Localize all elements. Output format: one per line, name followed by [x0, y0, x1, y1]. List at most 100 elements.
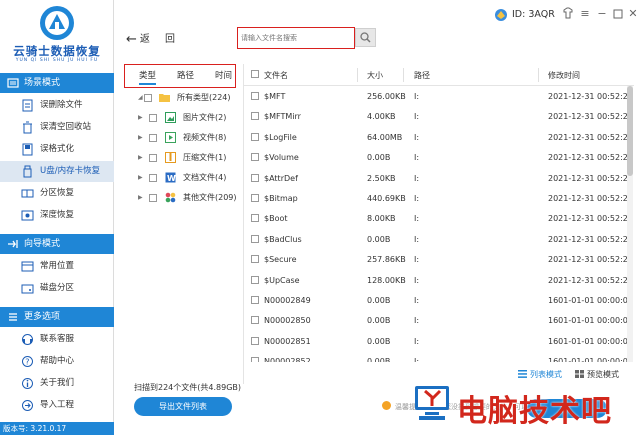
row-checkbox[interactable]: [251, 214, 259, 223]
sidebar-item-deleted-files[interactable]: 误删除文件: [0, 95, 114, 116]
cell-size: 256.00KB: [367, 92, 406, 101]
sidebar-item-help-center[interactable]: ? 帮助中心: [0, 351, 114, 372]
tab-time[interactable]: 时间: [215, 69, 232, 81]
grid-view-icon: [575, 370, 584, 378]
row-checkbox[interactable]: [251, 234, 259, 243]
row-checkbox[interactable]: [251, 173, 259, 182]
app-window: 云骑士数据恢复 YUN QI SHI SHU JU HUI FU 场景模式 误删…: [0, 0, 640, 435]
tree-item-documents[interactable]: ▶ W 文档文件(4): [124, 168, 242, 188]
row-checkbox[interactable]: [251, 132, 259, 141]
sidebar-item-disk-partitions[interactable]: 磁盘分区: [0, 278, 114, 299]
expand-toggle-icon[interactable]: ▶: [138, 188, 143, 208]
row-checkbox[interactable]: [251, 153, 259, 162]
table-row[interactable]: N00002849 0.00B I: 1601-01-01 00:00:00: [244, 290, 634, 311]
cell-modified: 2021-12-31 00:52:23: [548, 194, 633, 203]
column-header-size[interactable]: 大小: [367, 70, 383, 81]
home-button[interactable]: 回: [165, 30, 175, 45]
list-mode-toggle[interactable]: 列表模式: [518, 369, 562, 380]
skin-icon[interactable]: [562, 7, 574, 22]
table-row[interactable]: $BadClus 0.00B I: 2021-12-31 00:52:23: [244, 229, 634, 250]
table-row[interactable]: $MFTMirr 4.00KB I: 2021-12-31 00:52:23: [244, 106, 634, 127]
row-checkbox[interactable]: [251, 336, 259, 345]
menu-icon: [9, 313, 17, 321]
table-row[interactable]: N00002851 0.00B I: 1601-01-01 00:00:00: [244, 331, 634, 352]
search-button[interactable]: [355, 28, 376, 47]
table-row[interactable]: $AttrDef 2.50KB I: 2021-12-31 00:52:23: [244, 168, 634, 189]
table-row[interactable]: $MFT 256.00KB I: 2021-12-31 00:52:23: [244, 86, 634, 107]
tree-checkbox[interactable]: [149, 174, 157, 182]
back-button[interactable]: ← 返: [126, 30, 150, 47]
section-header-label: 更多选项: [24, 312, 61, 322]
export-file-list-button[interactable]: 导出文件列表: [134, 397, 232, 416]
user-id-badge[interactable]: ID: 3AQR: [494, 9, 555, 21]
cell-size: 0.00B: [367, 153, 391, 163]
cell-modified: 1601-01-01 00:00:00: [548, 296, 633, 305]
search-icon: [360, 32, 371, 43]
tree-checkbox[interactable]: [149, 154, 157, 162]
sidebar-item-usb-card[interactable]: U盘/内存卡恢复: [0, 161, 114, 182]
maximize-button[interactable]: [612, 7, 624, 22]
sidebar-item-import-project[interactable]: 导入工程: [0, 395, 114, 416]
tree-item-all-types[interactable]: ◢ 所有类型(224): [124, 88, 242, 108]
table-row[interactable]: $Volume 0.00B I: 2021-12-31 00:52:23: [244, 147, 634, 168]
expand-toggle-icon[interactable]: ▶: [138, 168, 143, 188]
tree-checkbox[interactable]: [149, 114, 157, 122]
expand-toggle-icon[interactable]: ▶: [138, 108, 143, 128]
row-checkbox[interactable]: [251, 112, 259, 121]
tree-item-images[interactable]: ▶ 图片文件(2): [124, 108, 242, 128]
column-divider[interactable]: [357, 68, 358, 82]
deep-scan-icon: [21, 210, 34, 221]
collapse-toggle-icon[interactable]: ◢: [138, 88, 143, 108]
sidebar-item-label: 分区恢复: [40, 188, 75, 198]
table-row[interactable]: $UpCase 128.00KB I: 2021-12-31 00:52:23: [244, 270, 634, 291]
tree-checkbox[interactable]: [149, 134, 157, 142]
table-row[interactable]: N00002850 0.00B I: 1601-01-01 00:00:00: [244, 310, 634, 331]
sidebar-item-about-us[interactable]: 关于我们: [0, 373, 114, 394]
column-divider[interactable]: [538, 68, 539, 82]
table-row[interactable]: $Bitmap 440.69KB I: 2021-12-31 00:52:23: [244, 188, 634, 209]
cell-modified: 2021-12-31 00:52:23: [548, 132, 633, 142]
table-row[interactable]: $Boot 8.00KB I: 2021-12-31 00:52:23: [244, 208, 634, 229]
row-checkbox[interactable]: [251, 316, 259, 325]
minimize-button[interactable]: −: [596, 7, 608, 20]
column-header-path[interactable]: 路径: [414, 70, 430, 81]
scrollbar-thumb[interactable]: [627, 86, 633, 176]
sidebar-item-recycle-bin[interactable]: 误清空回收站: [0, 117, 114, 138]
app-logo: 云骑士数据恢复 YUN QI SHI SHU JU HUI FU: [0, 0, 114, 72]
tab-type[interactable]: 类型: [139, 69, 157, 85]
menu-button[interactable]: ≡: [579, 7, 591, 20]
tab-path[interactable]: 路径: [177, 69, 194, 81]
row-checkbox[interactable]: [251, 296, 259, 304]
expand-toggle-icon[interactable]: ▶: [138, 128, 143, 148]
table-row[interactable]: N00002852 0.00B I: 1601-01-01 00:00:00: [244, 351, 634, 362]
close-button[interactable]: ✕: [627, 7, 639, 20]
row-checkbox[interactable]: [251, 275, 259, 284]
watermark-text: 电脑技术吧: [457, 394, 612, 429]
sidebar-item-common-locations[interactable]: 常用位置: [0, 256, 114, 277]
expand-toggle-icon[interactable]: ▶: [138, 148, 143, 168]
column-header-name[interactable]: 文件名: [264, 70, 288, 81]
column-divider[interactable]: [403, 68, 404, 82]
tree-checkbox[interactable]: [149, 194, 157, 202]
tree-item-archives[interactable]: ▶ 压缩文件(1): [124, 148, 242, 168]
sidebar-item-label: 误删除文件: [40, 100, 83, 110]
row-checkbox[interactable]: [251, 357, 259, 362]
sidebar-item-deep-recovery[interactable]: 深度恢复: [0, 205, 114, 226]
sidebar-item-contact-support[interactable]: 联系客服: [0, 329, 114, 350]
tree-item-others[interactable]: ▶ 其他文件(209): [124, 188, 242, 208]
row-checkbox[interactable]: [251, 255, 259, 264]
select-all-checkbox[interactable]: [251, 70, 259, 78]
row-checkbox[interactable]: [251, 92, 259, 100]
column-header-modified[interactable]: 修改时间: [548, 70, 580, 81]
sidebar-item-format[interactable]: 误格式化: [0, 139, 114, 160]
search-input[interactable]: [241, 31, 351, 45]
tree-checkbox[interactable]: [144, 94, 152, 102]
sidebar-item-partition-recovery[interactable]: 分区恢复: [0, 183, 114, 204]
preview-mode-toggle[interactable]: 预览模式: [575, 369, 619, 380]
archive-file-icon: [165, 152, 176, 163]
row-checkbox[interactable]: [251, 194, 259, 202]
tree-item-videos[interactable]: ▶ 视频文件(8): [124, 128, 242, 148]
table-row[interactable]: $Secure 257.86KB I: 2021-12-31 00:52:23: [244, 249, 634, 270]
table-row[interactable]: $LogFile 64.00MB I: 2021-12-31 00:52:23: [244, 127, 634, 148]
cell-size: 128.00KB: [367, 275, 406, 285]
